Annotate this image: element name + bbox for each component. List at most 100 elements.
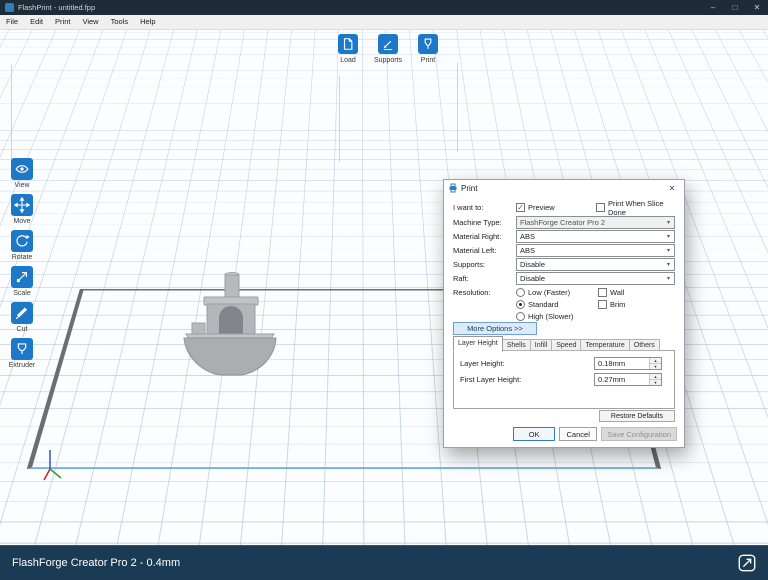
ok-button[interactable]: OK <box>513 427 556 441</box>
dialog-close-button[interactable]: ✕ <box>664 184 680 193</box>
menu-print[interactable]: Print <box>49 15 76 29</box>
i-want-to-row: I want to: ✓ Preview Print When Slice Do… <box>453 198 675 217</box>
chevron-down-icon: ▾ <box>666 276 670 282</box>
resolution-high-label: High (Slower) <box>528 312 574 321</box>
status-bar: FlashForge Creator Pro 2 - 0.4mm <box>0 545 768 580</box>
resolution-group: Resolution: Low (Faster) Standard High (… <box>453 286 675 324</box>
raft-row: Raft: Disable ▾ <box>453 272 675 285</box>
tab-shells[interactable]: Shells <box>502 339 531 351</box>
first-layer-height-input[interactable]: 0.27mm ▲ ▼ <box>594 373 662 386</box>
menu-file[interactable]: File <box>0 15 24 29</box>
preview-checkbox[interactable]: ✓ Preview <box>516 201 555 214</box>
supports-button[interactable]: Supports <box>371 34 405 64</box>
layer-height-input[interactable]: 0.18mm ▲ ▼ <box>594 357 662 370</box>
checkbox-unchecked-icon <box>598 300 607 309</box>
supports-value: Disable <box>520 260 546 269</box>
dialog-title: Print <box>461 183 478 193</box>
viewport-3d[interactable]: Load Supports Print View Move Rotate Sca… <box>0 30 768 546</box>
material-left-select[interactable]: ABS ▾ <box>516 244 675 257</box>
machine-type-row: Machine Type: FlashForge Creator Pro 2 ▾ <box>453 216 675 229</box>
build-volume-edge <box>11 64 12 160</box>
cancel-button[interactable]: Cancel <box>559 427 598 441</box>
app-logo-icon <box>5 3 14 12</box>
cut-button[interactable]: Cut <box>6 302 38 333</box>
expand-preview-button[interactable] <box>736 552 758 574</box>
preview-label: Preview <box>528 203 555 212</box>
menu-tools[interactable]: Tools <box>105 15 135 29</box>
dialog-buttons: OK Cancel Save Configuration <box>513 427 677 441</box>
print-button[interactable]: Print <box>411 34 445 64</box>
raft-select[interactable]: Disable ▾ <box>516 272 675 285</box>
menu-edit[interactable]: Edit <box>24 15 49 29</box>
material-right-label: Material Right: <box>453 232 502 241</box>
resolution-low-radio[interactable]: Low (Faster) <box>516 287 570 298</box>
spin-down-icon[interactable]: ▼ <box>650 380 661 385</box>
checkbox-checked-icon: ✓ <box>516 202 525 212</box>
more-options-button[interactable]: More Options >> <box>453 322 537 335</box>
view-button[interactable]: View <box>6 158 38 189</box>
menu-view[interactable]: View <box>76 15 104 29</box>
load-button[interactable]: Load <box>331 34 365 64</box>
extruder-button[interactable]: Extruder <box>6 338 38 369</box>
print-when-slice-done-checkbox[interactable]: Print When Slice Done <box>596 198 675 217</box>
material-right-select[interactable]: ABS ▾ <box>516 230 675 243</box>
material-right-value: ABS <box>520 232 536 241</box>
supports-select[interactable]: Disable ▾ <box>516 258 675 271</box>
resolution-standard-radio[interactable]: Standard <box>516 299 558 310</box>
brim-checkbox[interactable]: Brim <box>598 299 625 310</box>
radio-unselected-icon <box>516 288 525 297</box>
print-dialog-titlebar[interactable]: Print ✕ <box>444 180 684 196</box>
tab-layer-height[interactable]: Layer Height <box>453 336 503 352</box>
spin-down-icon[interactable]: ▼ <box>650 364 661 369</box>
print-label: Print <box>420 57 436 64</box>
resolution-low-label: Low (Faster) <box>528 288 571 297</box>
supports-row: Supports: Disable ▾ <box>453 258 675 271</box>
checkbox-unchecked-icon <box>598 288 607 297</box>
machine-type-value: FlashForge Creator Pro 2 <box>520 218 606 227</box>
print-dialog: Print ✕ I want to: ✓ Preview Print When … <box>443 179 685 448</box>
close-button[interactable]: ✕ <box>746 0 768 15</box>
flashprint-window: FlashPrint - untitled.fpp – □ ✕ File Edi… <box>0 0 768 580</box>
print-icon <box>418 34 438 54</box>
window-title: FlashPrint - untitled.fpp <box>18 3 96 12</box>
cut-label: Cut <box>16 326 28 333</box>
tab-others[interactable]: Others <box>629 339 660 351</box>
supports-icon <box>378 34 398 54</box>
build-volume-edge <box>339 76 340 162</box>
chevron-down-icon: ▾ <box>666 248 670 254</box>
print-when-slice-done-label: Print When Slice Done <box>608 198 664 217</box>
rotate-button[interactable]: Rotate <box>6 230 38 261</box>
model-benchy[interactable] <box>180 268 280 383</box>
move-button[interactable]: Move <box>6 194 38 225</box>
menu-help[interactable]: Help <box>134 15 161 29</box>
title-bar[interactable]: FlashPrint - untitled.fpp – □ ✕ <box>0 0 768 15</box>
scale-icon <box>11 266 33 288</box>
chevron-down-icon: ▾ <box>666 262 670 268</box>
extruder-icon <box>11 338 33 360</box>
wall-checkbox[interactable]: Wall <box>598 287 624 298</box>
eye-icon <box>11 158 33 180</box>
spinner-buttons: ▲ ▼ <box>649 374 661 385</box>
brim-label: Brim <box>610 300 626 309</box>
material-right-row: Material Right: ABS ▾ <box>453 230 675 243</box>
scale-label: Scale <box>13 290 31 297</box>
rotate-label: Rotate <box>11 254 33 261</box>
maximize-button[interactable]: □ <box>724 0 746 15</box>
resolution-standard-label: Standard <box>528 300 559 309</box>
restore-defaults-button[interactable]: Restore Defaults <box>599 410 675 422</box>
supports-label: Supports <box>373 57 403 64</box>
minimize-button[interactable]: – <box>702 0 724 15</box>
material-left-value: ABS <box>520 246 536 255</box>
material-left-label: Material Left: <box>453 246 497 255</box>
spinner-buttons: ▲ ▼ <box>649 358 661 369</box>
resolution-label: Resolution: <box>453 288 491 297</box>
scale-button[interactable]: Scale <box>6 266 38 297</box>
wall-label: Wall <box>610 288 625 297</box>
tab-temperature[interactable]: Temperature <box>581 339 630 351</box>
resolution-high-radio[interactable]: High (Slower) <box>516 311 573 322</box>
tab-infill[interactable]: Infill <box>530 339 553 351</box>
move-icon <box>11 194 33 216</box>
machine-type-select[interactable]: FlashForge Creator Pro 2 ▾ <box>516 216 675 229</box>
view-label: View <box>14 182 30 189</box>
tab-speed[interactable]: Speed <box>552 339 582 351</box>
